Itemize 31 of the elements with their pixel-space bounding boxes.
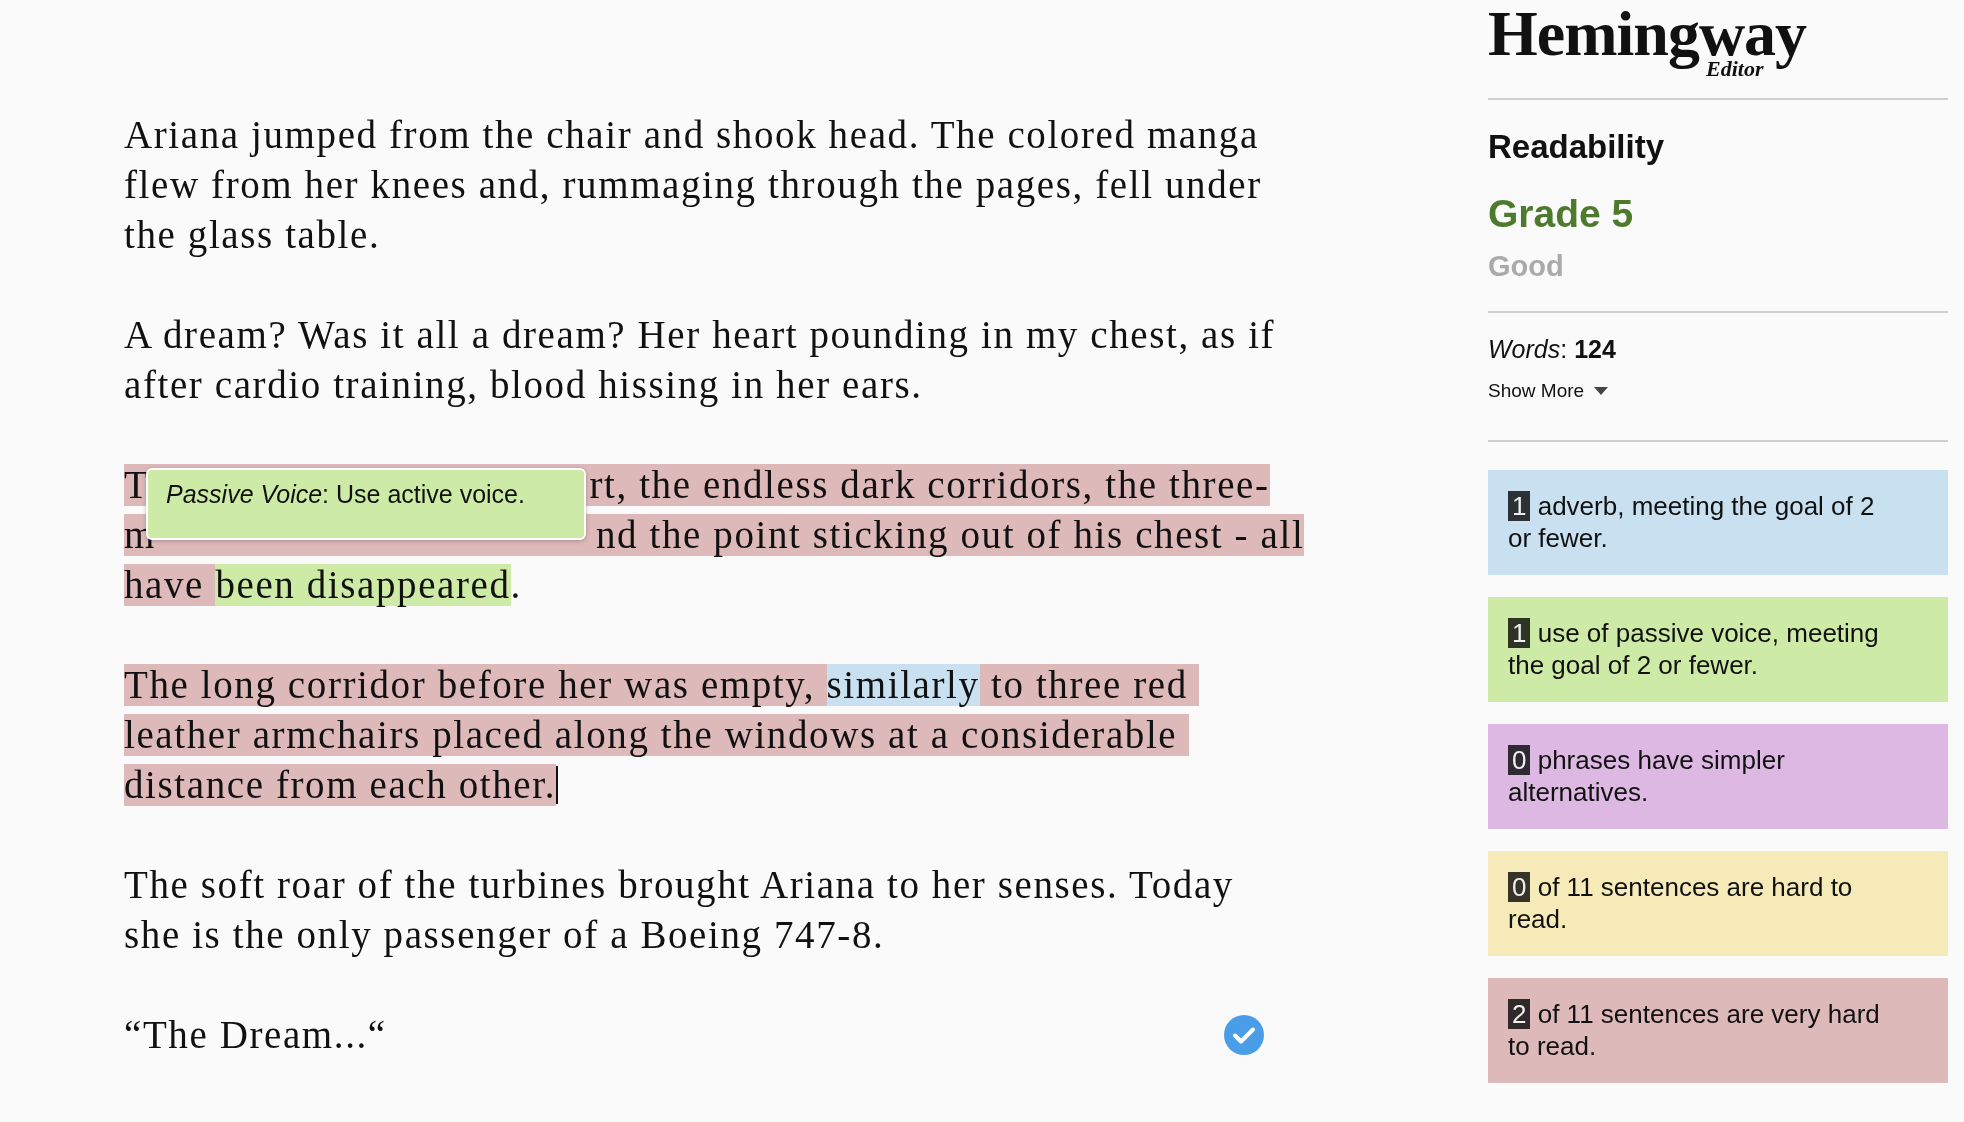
- checkmark-icon[interactable]: [1224, 1015, 1264, 1055]
- body-text: A dream? Was it all a dream? Her heart pounding in my chest, as if: [124, 314, 1276, 356]
- card-text: 0 phrases have simpler alternatives.: [1508, 744, 1786, 808]
- highlighted-text: to three red: [979, 664, 1200, 706]
- card-text: 0 of 11 sentences are hard to read.: [1508, 871, 1854, 935]
- grade-level: Grade 5: [1488, 192, 1635, 236]
- highlighted-text: nd the point sticking out of his chest - all: [595, 514, 1305, 556]
- body-text: flew from her knees and, rummaging through the pages, fell under: [124, 164, 1262, 206]
- caret-icon: [1594, 387, 1609, 395]
- body-text: .: [510, 564, 522, 606]
- tooltip: Passive Voice: Use active voice.: [146, 468, 586, 540]
- card-text: 1 adverb, meeting the goal of 2 or fewer.: [1508, 490, 1876, 554]
- highlighted-text: The long corridor before her was empty,: [124, 664, 827, 706]
- body-text: “The Dream...“: [124, 1014, 387, 1056]
- body-text: after cardio training, blood hissing in her ears.: [124, 364, 923, 406]
- word-count: Words: 124: [1488, 335, 1617, 364]
- body-text: she is the only passenger of a Boeing 747-8.: [124, 914, 885, 956]
- body-text: The soft roar of the turbines brought Ariana to her senses. Today: [124, 864, 1234, 906]
- highlighted-text: rt, the endless dark corridors, the three-: [589, 464, 1270, 506]
- card-text: 1 use of passive voice, meeting the goal of 2 or fewer.: [1508, 617, 1880, 681]
- highlighted-text: have: [124, 564, 216, 606]
- grade-rating: Good: [1488, 250, 1565, 283]
- show-more-button[interactable]: Show More: [1488, 380, 1609, 402]
- card-text: 2 of 11 sentences are very hard to read.: [1508, 998, 1881, 1062]
- body-text: the glass table.: [124, 214, 381, 256]
- section-heading: Readability: [1488, 128, 1666, 166]
- body-text: Ariana jumped from the chair and shook head. The colored manga: [124, 114, 1259, 156]
- highlighted-text: leather armchairs placed along the windows at a considerable: [124, 714, 1189, 756]
- highlighted-text: distance from each other.: [124, 764, 556, 806]
- highlighted-text: similarly: [826, 664, 980, 706]
- highlighted-text: been disappeared: [215, 564, 511, 606]
